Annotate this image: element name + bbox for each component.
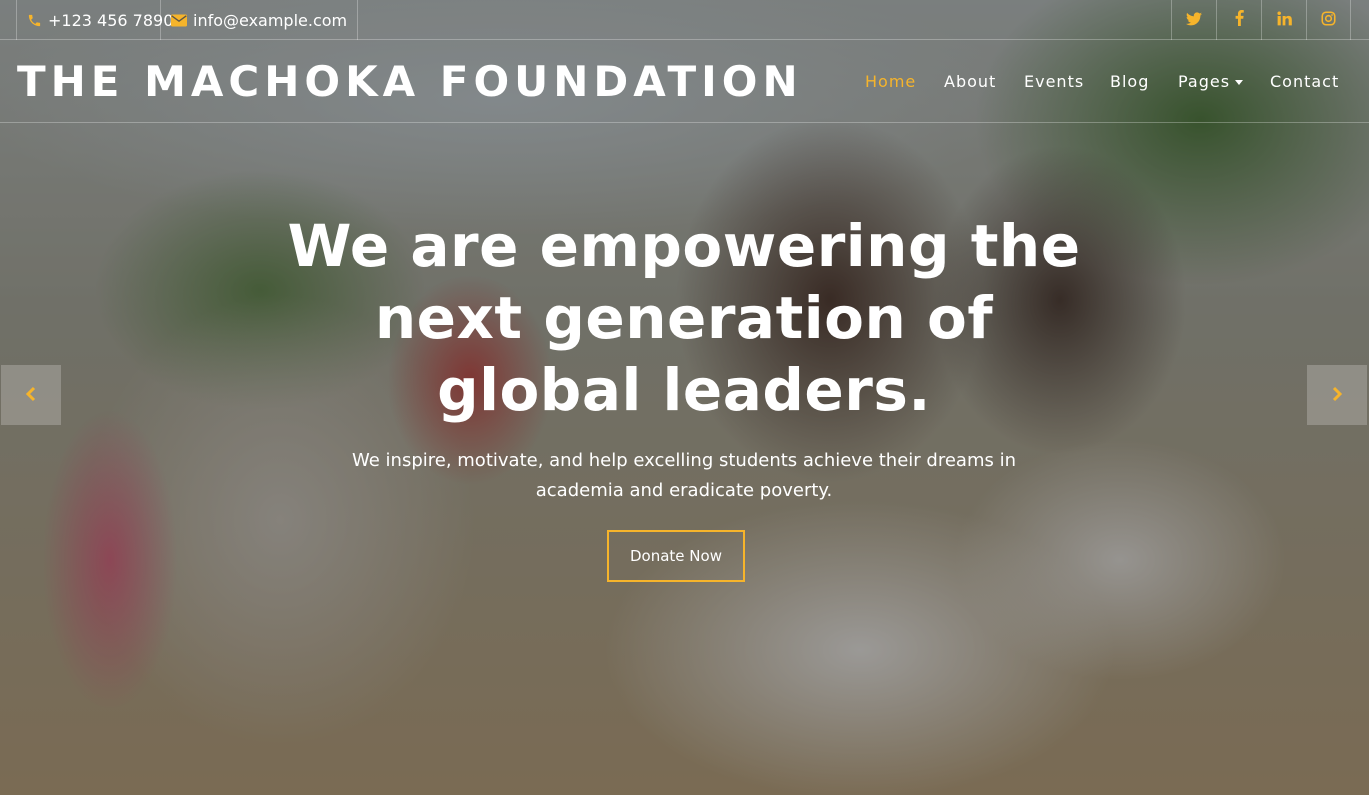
hero-headline-line2: next generation of <box>374 284 994 352</box>
twitter-link[interactable] <box>1171 0 1216 40</box>
chevron-left-icon <box>25 383 37 408</box>
nav-events[interactable]: Events <box>1024 72 1084 91</box>
main-navbar: THE MACHOKA FOUNDATION Home About Events… <box>0 40 1369 123</box>
envelope-icon <box>171 14 187 27</box>
chevron-right-icon <box>1331 383 1343 408</box>
phone-contact[interactable]: +123 456 7890 <box>16 0 183 40</box>
carousel-next-button[interactable] <box>1307 365 1367 425</box>
email-address: info@example.com <box>193 10 348 30</box>
nav-home[interactable]: Home <box>865 72 916 91</box>
nav-contact[interactable]: Contact <box>1270 72 1339 91</box>
linkedin-icon <box>1276 10 1292 30</box>
nav-pages-dropdown[interactable]: Pages <box>1178 72 1244 91</box>
donate-now-button[interactable]: Donate Now <box>607 530 745 582</box>
hero-headline-line1: We are empowering the <box>287 212 1081 280</box>
phone-number: +123 456 7890 <box>48 10 174 30</box>
caret-down-icon <box>1235 80 1244 85</box>
phone-icon <box>27 13 42 28</box>
brand-logo-text[interactable]: THE MACHOKA FOUNDATION <box>17 58 803 106</box>
top-bar: +123 456 7890 info@example.com <box>0 0 1369 40</box>
twitter-icon <box>1186 11 1202 30</box>
hero-headline-line3: global leaders. <box>437 356 931 424</box>
nav-pages-label: Pages <box>1178 72 1231 91</box>
hero-headline: We are empowering the next generation of… <box>284 210 1084 426</box>
instagram-link[interactable] <box>1306 0 1351 40</box>
linkedin-link[interactable] <box>1261 0 1306 40</box>
email-contact[interactable]: info@example.com <box>160 0 359 40</box>
facebook-icon <box>1235 10 1244 30</box>
nav-blog[interactable]: Blog <box>1110 72 1149 91</box>
facebook-link[interactable] <box>1216 0 1261 40</box>
carousel-prev-button[interactable] <box>1 365 61 425</box>
hero-subtext: We inspire, motivate, and help excelling… <box>352 450 1016 501</box>
instagram-icon <box>1321 10 1336 30</box>
nav-about[interactable]: About <box>944 72 996 91</box>
